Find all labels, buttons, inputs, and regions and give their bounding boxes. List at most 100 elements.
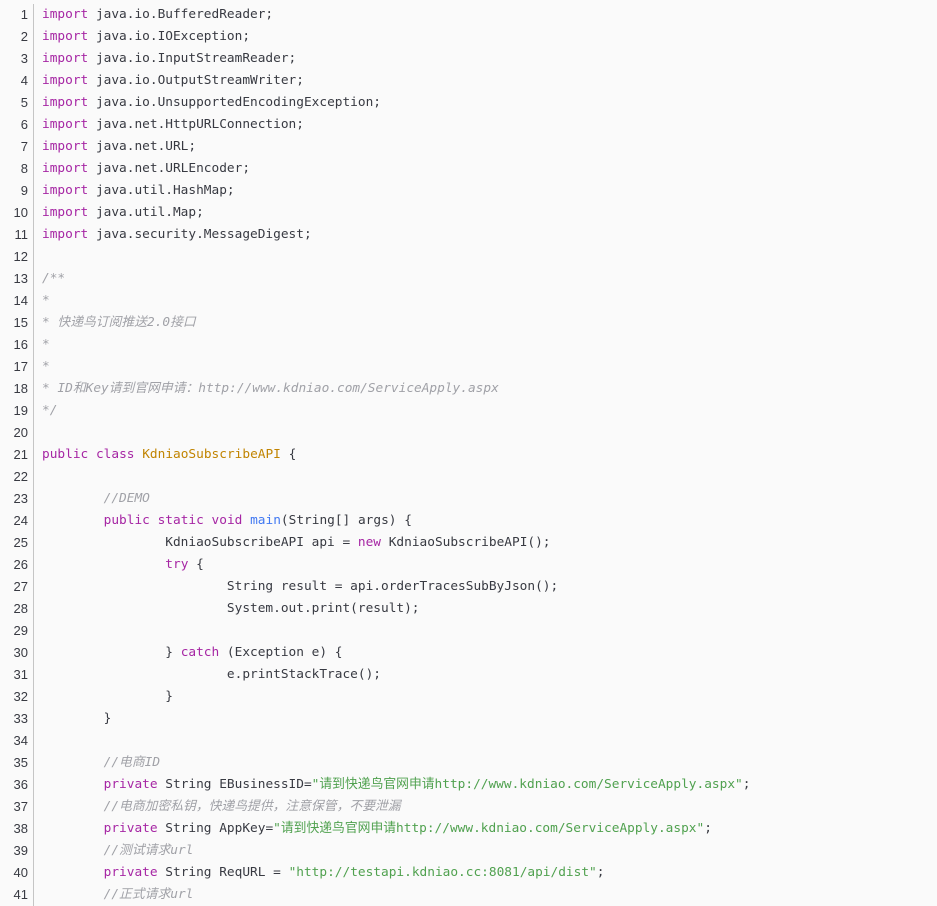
code-line: 14 *: [0, 290, 937, 312]
code-token: public: [42, 447, 89, 462]
code-token: * 快递鸟订阅推送2.0接口: [42, 315, 196, 330]
line-number: 25: [0, 532, 34, 554]
code-text: KdniaoSubscribeAPI api = new KdniaoSubsc…: [34, 532, 550, 554]
line-number: 21: [0, 444, 34, 466]
code-token: "请到快递鸟官网申请http://www.kdniao.com/ServiceA…: [311, 777, 743, 792]
code-text: }: [34, 686, 173, 708]
code-text: import java.io.OutputStreamWriter;: [34, 70, 304, 92]
line-number: 19: [0, 400, 34, 422]
code-text: }: [34, 708, 112, 730]
code-token: * ID和Key请到官网申请：http://www.kdniao.com/Ser…: [42, 381, 499, 396]
code-token: java.net.HttpURLConnection;: [88, 117, 304, 132]
code-line: 33 }: [0, 708, 937, 730]
code-token: KdniaoSubscribeAPI: [142, 447, 281, 462]
code-token: import: [42, 227, 89, 242]
code-token: java.io.OutputStreamWriter;: [88, 73, 304, 88]
code-text: private String ReqURL = "http://testapi.…: [34, 862, 605, 884]
line-number: 5: [0, 92, 34, 114]
code-token: ;: [704, 821, 712, 836]
code-token: import: [42, 139, 89, 154]
code-token: (Exception e) {: [219, 645, 343, 660]
code-token: private: [103, 821, 158, 836]
code-text: //正式请求url: [34, 884, 194, 906]
line-number: 20: [0, 422, 34, 444]
code-text: //电商加密私钥，快递鸟提供，注意保管，不要泄漏: [34, 796, 401, 818]
code-token: import: [42, 29, 89, 44]
line-number: 29: [0, 620, 34, 642]
code-text: import java.io.BufferedReader;: [34, 4, 273, 26]
line-number: 10: [0, 202, 34, 224]
code-text: import java.io.IOException;: [34, 26, 250, 48]
line-number: 18: [0, 378, 34, 400]
line-number: 22: [0, 466, 34, 488]
line-number: 11: [0, 224, 34, 246]
code-text: import java.security.MessageDigest;: [34, 224, 312, 246]
line-number: 6: [0, 114, 34, 136]
code-line: 30 } catch (Exception e) {: [0, 642, 937, 664]
code-text: import java.io.UnsupportedEncodingExcept…: [34, 92, 381, 114]
code-text: import java.io.InputStreamReader;: [34, 48, 296, 70]
code-line: 20: [0, 422, 937, 444]
code-view[interactable]: 1 import java.io.BufferedReader; 2 import j…: [0, 4, 937, 906]
code-token: java.net.URL;: [88, 139, 197, 154]
code-token: java.net.URLEncoder;: [88, 161, 251, 176]
code-line: 38 private String AppKey="请到快递鸟官网申请http:…: [0, 818, 937, 840]
line-number: 17: [0, 356, 34, 378]
code-token: *: [42, 293, 50, 308]
line-number: 24: [0, 510, 34, 532]
code-token: java.io.BufferedReader;: [88, 7, 274, 22]
code-token: ;: [742, 777, 751, 792]
code-token: String AppKey=: [157, 821, 274, 836]
code-token: java.io.IOException;: [88, 29, 251, 44]
code-text: *: [34, 290, 50, 312]
code-text: public class KdniaoSubscribeAPI {: [34, 444, 296, 466]
code-token: import: [42, 51, 89, 66]
code-line: 16 *: [0, 334, 937, 356]
line-number: 14: [0, 290, 34, 312]
code-text: //电商ID: [34, 752, 160, 774]
code-text: * ID和Key请到官网申请：http://www.kdniao.com/Ser…: [34, 378, 499, 400]
code-token: java.io.UnsupportedEncodingException;: [88, 95, 382, 110]
code-token: import: [42, 205, 89, 220]
code-token: e.printStackTrace();: [42, 667, 381, 682]
code-line: 9 import java.util.HashMap;: [0, 180, 937, 202]
code-text: import java.net.HttpURLConnection;: [34, 114, 304, 136]
code-token: private: [103, 865, 158, 880]
line-number: 39: [0, 840, 34, 862]
code-line: 1 import java.io.BufferedReader;: [0, 4, 937, 26]
code-text: String result = api.orderTracesSubByJson…: [34, 576, 558, 598]
code-line: 34: [0, 730, 937, 752]
code-token: String result = api.orderTracesSubByJson…: [42, 579, 559, 594]
code-line: 2 import java.io.IOException;: [0, 26, 937, 48]
code-text: import java.net.URL;: [34, 136, 196, 158]
code-line: 13 /**: [0, 268, 937, 290]
line-number: 26: [0, 554, 34, 576]
code-token: //测试请求url: [103, 843, 194, 858]
code-line: 22: [0, 466, 937, 488]
line-number: 36: [0, 774, 34, 796]
line-number: 12: [0, 246, 34, 268]
code-line: 21 public class KdniaoSubscribeAPI {: [0, 444, 937, 466]
code-token: "请到快递鸟官网申请http://www.kdniao.com/ServiceA…: [273, 821, 705, 836]
code-token: ;: [596, 865, 605, 880]
code-token: String EBusinessID=: [157, 777, 312, 792]
code-token: }: [42, 645, 181, 660]
code-line: 26 try {: [0, 554, 937, 576]
code-text: //测试请求url: [34, 840, 194, 862]
line-number: 33: [0, 708, 34, 730]
line-number: 4: [0, 70, 34, 92]
line-number: 35: [0, 752, 34, 774]
line-number: 32: [0, 686, 34, 708]
code-token: KdniaoSubscribeAPI api =: [42, 535, 358, 550]
line-number: 15: [0, 312, 34, 334]
code-line: 3 import java.io.InputStreamReader;: [0, 48, 937, 70]
